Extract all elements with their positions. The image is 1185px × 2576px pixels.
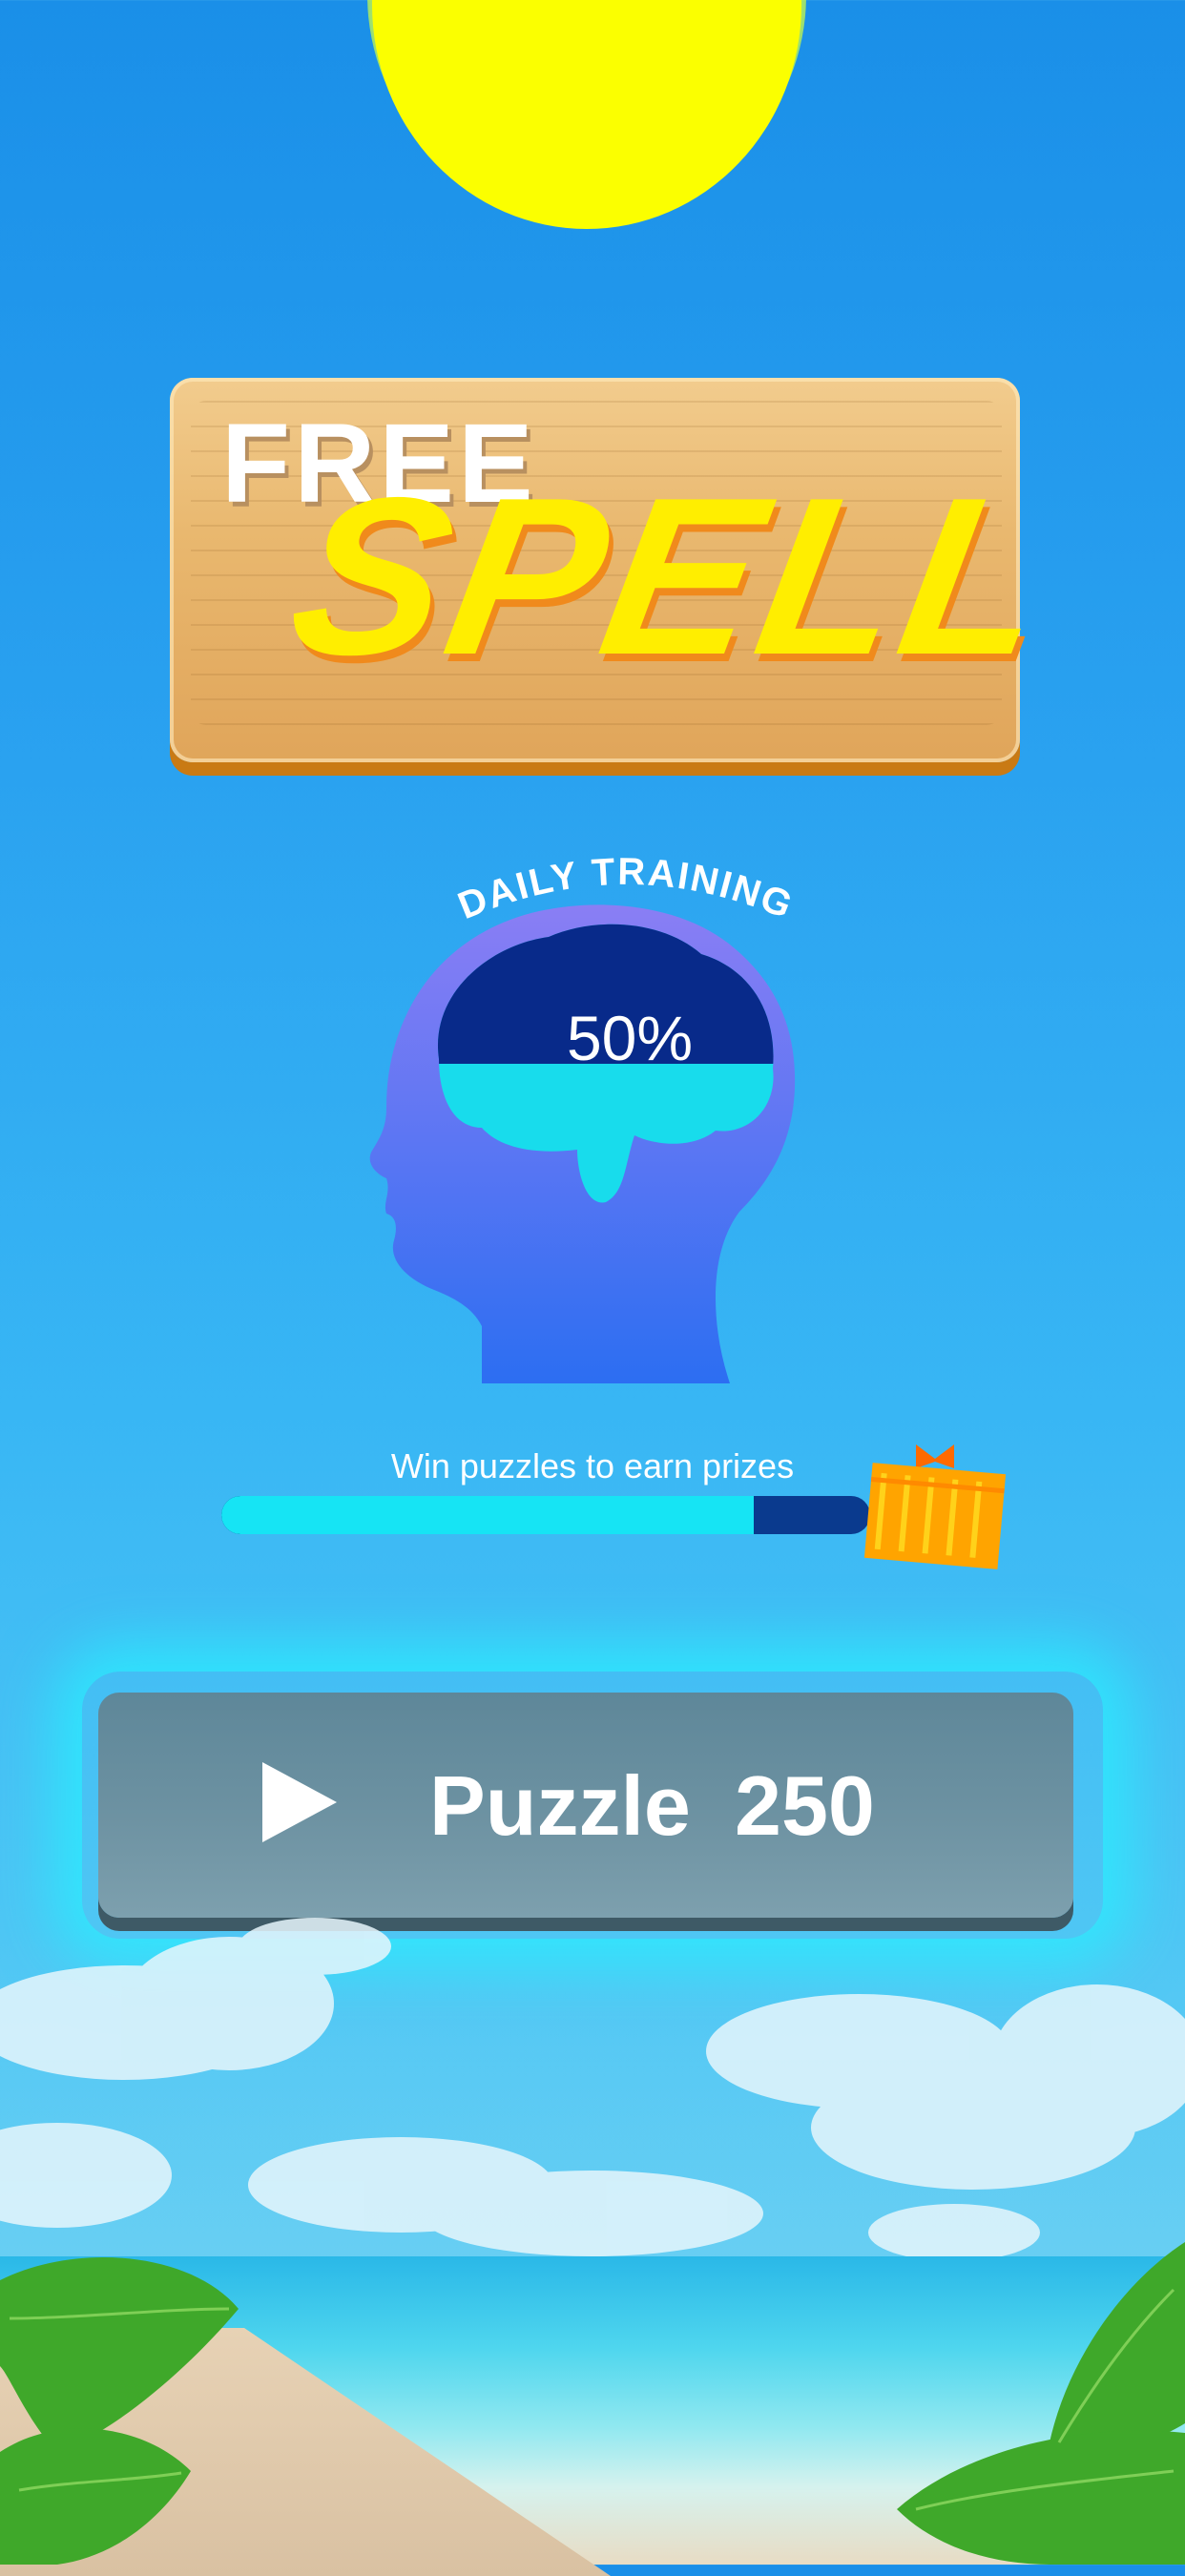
sun — [372, 0, 801, 229]
title-spell: SPELL — [275, 450, 1071, 701]
prizes-progress-fill — [221, 1496, 754, 1534]
palm-leaves — [0, 2242, 1185, 2565]
gift-icon[interactable] — [859, 1425, 1011, 1578]
prizes-progress-bar — [221, 1496, 870, 1534]
brain-head-icon[interactable] — [348, 878, 835, 1393]
training-percent: 50% — [566, 1003, 694, 1073]
